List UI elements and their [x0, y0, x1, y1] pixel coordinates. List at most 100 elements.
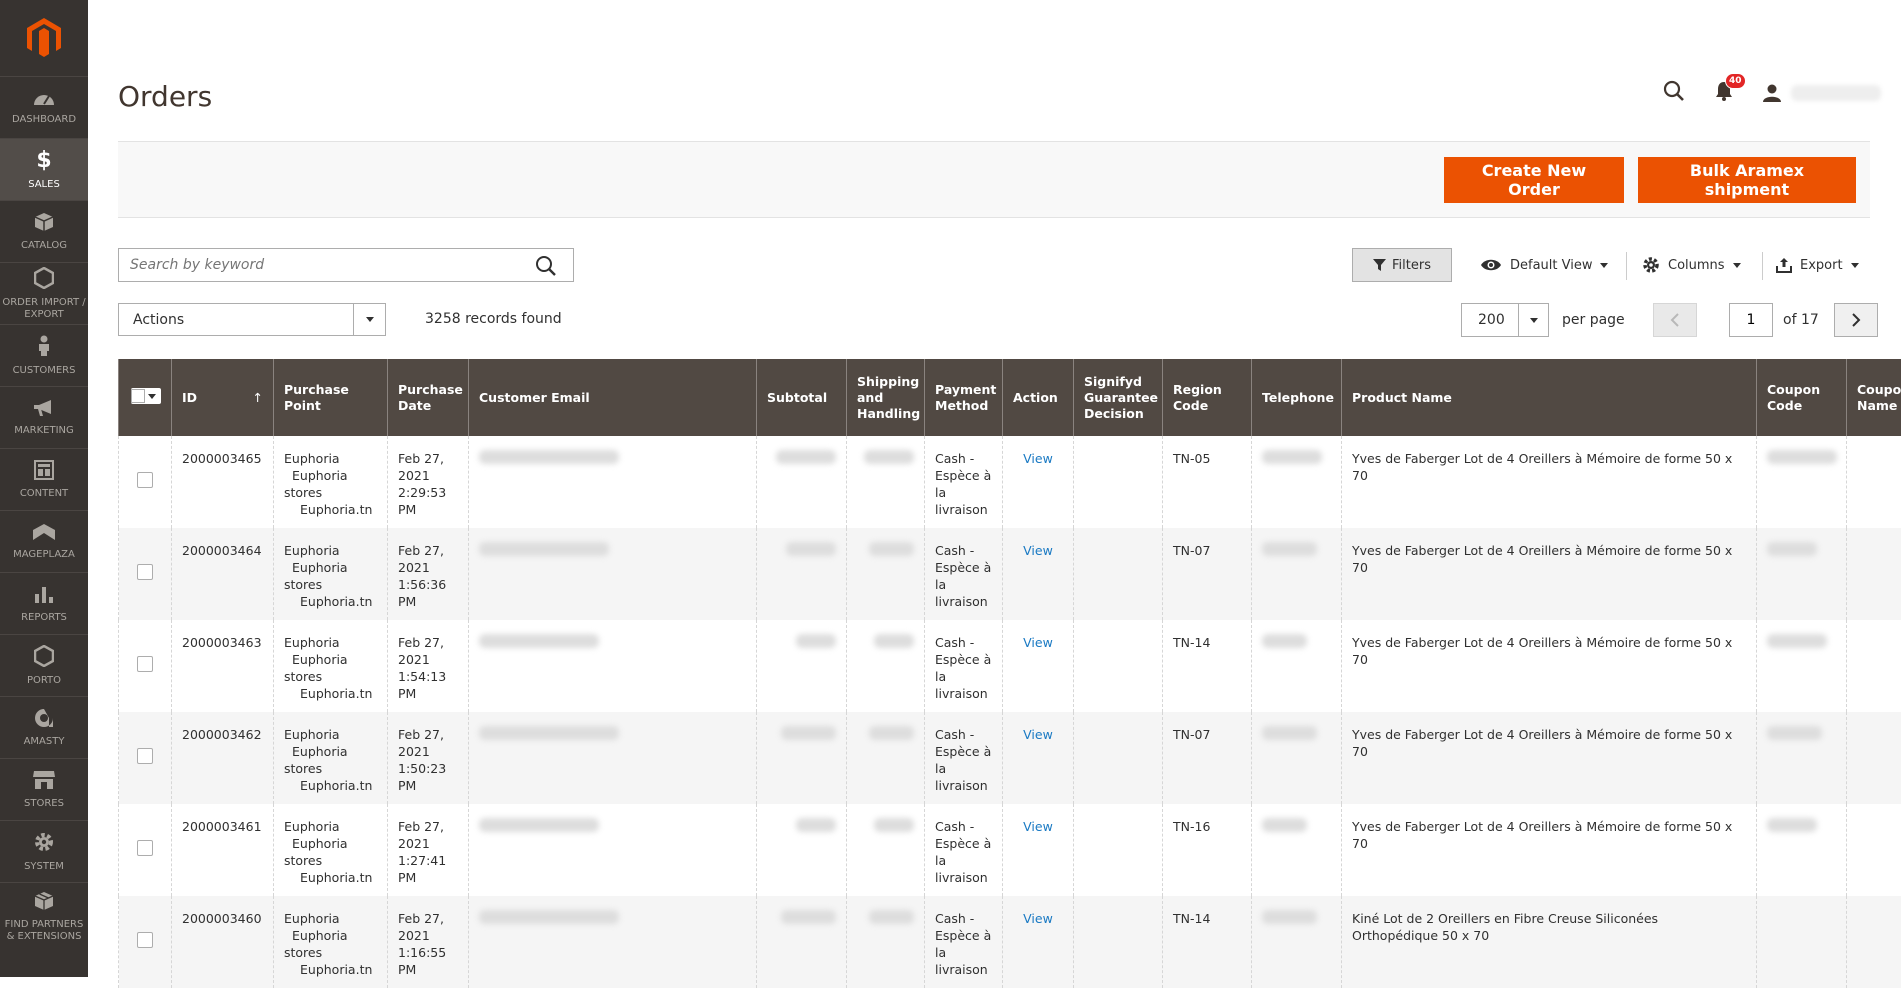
shipping-redacted	[847, 436, 925, 528]
table-row[interactable]: 2000003460EuphoriaEuphoriastoresEuphoria…	[119, 896, 1901, 988]
view-order-link[interactable]: View	[1023, 635, 1053, 650]
column-header-purchase-date[interactable]: Purchase Date	[388, 359, 469, 436]
table-row[interactable]: 2000003463EuphoriaEuphoriastoresEuphoria…	[119, 620, 1901, 712]
current-page-input[interactable]	[1729, 303, 1773, 337]
bulk-aramex-shipment-button[interactable]: Bulk Aramex shipment	[1638, 157, 1856, 203]
per-page-select[interactable]: 200	[1461, 303, 1549, 337]
payment-method: Cash -Espèce àlalivraison	[925, 528, 1003, 620]
region-code: TN-05	[1163, 436, 1252, 528]
store-icon	[32, 770, 56, 798]
sidebar-item-find-partners-extensions[interactable]: FIND PARTNERS & EXTENSIONS	[0, 882, 88, 950]
row-select-cell	[119, 712, 172, 804]
page-title: Orders	[118, 80, 212, 113]
amasty-icon	[33, 708, 55, 736]
column-header-subtotal[interactable]: Subtotal	[757, 359, 847, 436]
mass-select-checkbox[interactable]	[131, 388, 161, 404]
sidebar-item-mageplaza[interactable]: MAGEPLAZA	[0, 510, 88, 572]
telephone-redacted	[1252, 620, 1342, 712]
purchase-date: Feb 27,20211:27:41PM	[388, 804, 469, 896]
row-checkbox[interactable]	[137, 472, 153, 488]
sidebar-item-label: ORDER IMPORT / EXPORT	[0, 297, 88, 321]
export-dropdown[interactable]: Export	[1776, 248, 1859, 282]
filters-button[interactable]: Filters	[1352, 248, 1452, 282]
table-row[interactable]: 2000003465EuphoriaEuphoriastoresEuphoria…	[119, 436, 1901, 528]
product-name: Yves de Faberger Lot de 4 Oreillers à Mé…	[1342, 712, 1757, 804]
per-page-label: per page	[1562, 312, 1625, 328]
box-icon	[34, 212, 54, 240]
column-header-customer-email[interactable]: Customer Email	[469, 359, 757, 436]
sidebar-item-catalog[interactable]: CATALOG	[0, 200, 88, 262]
column-header-signifyd[interactable]: Signifyd Guarantee Decision	[1074, 359, 1163, 436]
default-view-dropdown[interactable]: Default View	[1480, 248, 1608, 282]
magento-logo[interactable]	[0, 0, 88, 76]
column-header-shipping[interactable]: Shipping and Handling	[847, 359, 925, 436]
sidebar-item-label: FIND PARTNERS & EXTENSIONS	[0, 919, 88, 943]
column-header-coupon-rule-name[interactable]: Coupon Rule Name	[1847, 359, 1901, 436]
sidebar-item-content[interactable]: CONTENT	[0, 448, 88, 510]
row-checkbox[interactable]	[137, 748, 153, 764]
dashboard-icon	[33, 90, 55, 114]
sidebar-item-stores[interactable]: STORES	[0, 758, 88, 820]
row-checkbox[interactable]	[137, 656, 153, 672]
per-page-value: 200	[1478, 312, 1505, 328]
user-account-menu[interactable]	[1763, 84, 1881, 102]
coupon-rule-name-redacted	[1847, 620, 1901, 712]
sidebar-item-sales[interactable]: $SALES	[0, 138, 88, 200]
column-header-purchase-point[interactable]: Purchase Point	[274, 359, 388, 436]
megaphone-icon	[33, 399, 55, 425]
column-header-payment-method[interactable]: Payment Method	[925, 359, 1003, 436]
column-header-telephone[interactable]: Telephone	[1252, 359, 1342, 436]
sidebar-item-dashboard[interactable]: DASHBOARD	[0, 76, 88, 138]
view-order-link[interactable]: View	[1023, 819, 1053, 834]
view-order-link[interactable]: View	[1023, 543, 1053, 558]
notifications-bell[interactable]: 40	[1715, 81, 1733, 105]
sidebar-item-porto[interactable]: PORTO	[0, 634, 88, 696]
mass-actions-select[interactable]: Actions	[118, 303, 386, 336]
magento-logo-icon	[27, 18, 61, 58]
search-icon[interactable]	[535, 255, 557, 281]
column-header-coupon-code[interactable]: Coupon Code	[1757, 359, 1847, 436]
view-order-link[interactable]: View	[1023, 451, 1053, 466]
row-checkbox[interactable]	[137, 564, 153, 580]
sidebar-item-label: AMASTY	[24, 736, 65, 748]
search-input[interactable]	[119, 249, 519, 281]
create-new-order-button[interactable]: Create New Order	[1444, 157, 1624, 203]
chevron-down-icon	[1733, 263, 1741, 268]
header-actions: 40	[1663, 80, 1881, 106]
subtotal-redacted	[757, 896, 847, 988]
previous-page-button[interactable]	[1653, 303, 1697, 337]
coupon-code-redacted	[1757, 712, 1847, 804]
action-cell: View	[1003, 896, 1074, 988]
region-code: TN-07	[1163, 528, 1252, 620]
row-checkbox[interactable]	[137, 932, 153, 948]
shipping-redacted	[847, 620, 925, 712]
sidebar-item-customers[interactable]: CUSTOMERS	[0, 324, 88, 386]
filters-label: Filters	[1392, 258, 1431, 273]
action-cell: View	[1003, 620, 1074, 712]
sidebar-item-order-import-export[interactable]: ORDER IMPORT / EXPORT	[0, 262, 88, 324]
toolbar-divider	[1626, 252, 1627, 280]
row-checkbox[interactable]	[137, 840, 153, 856]
view-order-link[interactable]: View	[1023, 727, 1053, 742]
column-header-id[interactable]: ID↑	[172, 359, 274, 436]
order-id: 2000003462	[172, 712, 274, 804]
table-row[interactable]: 2000003461EuphoriaEuphoriastoresEuphoria…	[119, 804, 1901, 896]
mass-select-header[interactable]	[119, 359, 172, 436]
next-page-button[interactable]	[1834, 303, 1878, 337]
sidebar-item-reports[interactable]: REPORTS	[0, 572, 88, 634]
view-order-link[interactable]: View	[1023, 911, 1053, 926]
notification-count-badge: 40	[1725, 73, 1746, 89]
columns-dropdown[interactable]: Columns	[1642, 248, 1741, 282]
page-actions-bar: Create New Order Bulk Aramex shipment	[118, 141, 1870, 218]
sidebar-item-system[interactable]: SYSTEM	[0, 820, 88, 882]
purchase-point: EuphoriaEuphoriastoresEuphoria.tn	[274, 528, 388, 620]
row-select-cell	[119, 804, 172, 896]
sidebar-item-marketing[interactable]: MARKETING	[0, 386, 88, 448]
table-row[interactable]: 2000003462EuphoriaEuphoriastoresEuphoria…	[119, 712, 1901, 804]
funnel-icon	[1373, 259, 1386, 272]
sidebar-item-amasty[interactable]: AMASTY	[0, 696, 88, 758]
column-header-product-name[interactable]: Product Name	[1342, 359, 1757, 436]
table-row[interactable]: 2000003464EuphoriaEuphoriastoresEuphoria…	[119, 528, 1901, 620]
global-search-icon[interactable]	[1663, 80, 1685, 106]
column-header-region-code[interactable]: Region Code	[1163, 359, 1252, 436]
